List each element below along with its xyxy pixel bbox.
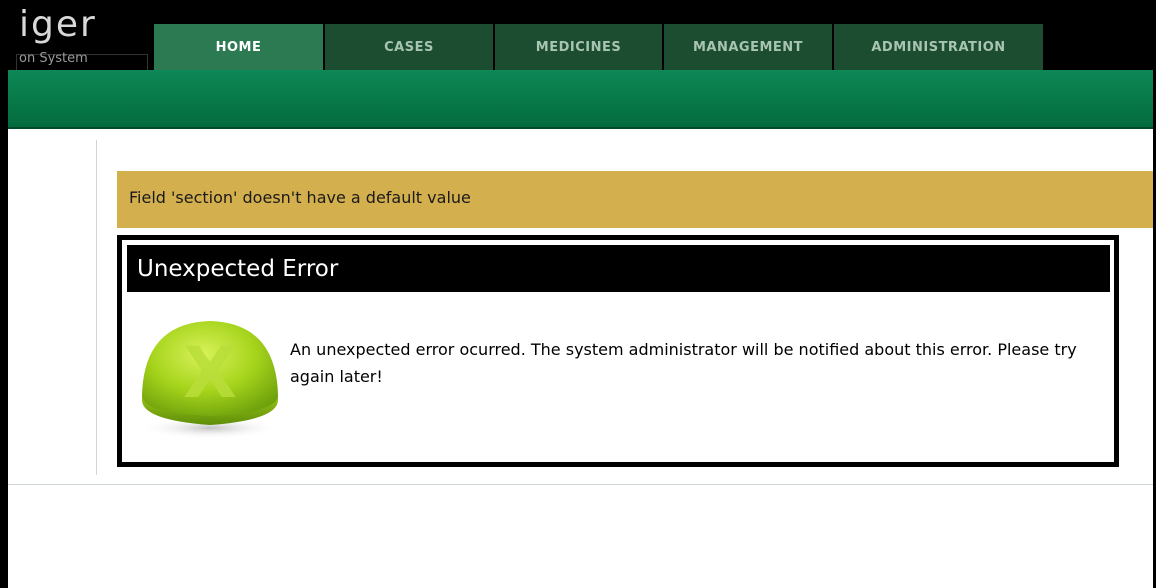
alert-message: Field 'section' doesn't have a default v…: [129, 188, 471, 207]
x-icon: X: [140, 321, 280, 439]
warning-alert: Field 'section' doesn't have a default v…: [117, 171, 1153, 228]
main-nav: HOME CASES MEDICINES MANAGEMENT ADMINIST…: [8, 7, 1153, 70]
window-frame-top: [0, 0, 1156, 7]
tab-medicines[interactable]: MEDICINES: [495, 24, 662, 70]
error-message: An unexpected error ocurred. The system …: [290, 340, 1077, 386]
tab-administration[interactable]: ADMINISTRATION: [834, 24, 1043, 70]
error-panel: Unexpected Error X An unexpected error o…: [117, 235, 1119, 467]
tab-cases[interactable]: CASES: [325, 24, 493, 70]
tab-management[interactable]: MANAGEMENT: [664, 24, 832, 70]
sub-nav-bar-edge: [8, 127, 1153, 129]
left-column-divider: [96, 140, 97, 475]
app-header: iger on System HOME CASES MEDICINES MANA…: [8, 4, 1153, 71]
content-bottom-divider: [8, 484, 1153, 485]
error-title: Unexpected Error: [137, 256, 339, 282]
error-panel-header: Unexpected Error: [127, 245, 1110, 292]
svg-text:X: X: [183, 332, 237, 414]
tab-home[interactable]: HOME: [154, 24, 323, 70]
window-frame-left: [0, 0, 8, 588]
sub-nav-bar: [8, 70, 1153, 128]
